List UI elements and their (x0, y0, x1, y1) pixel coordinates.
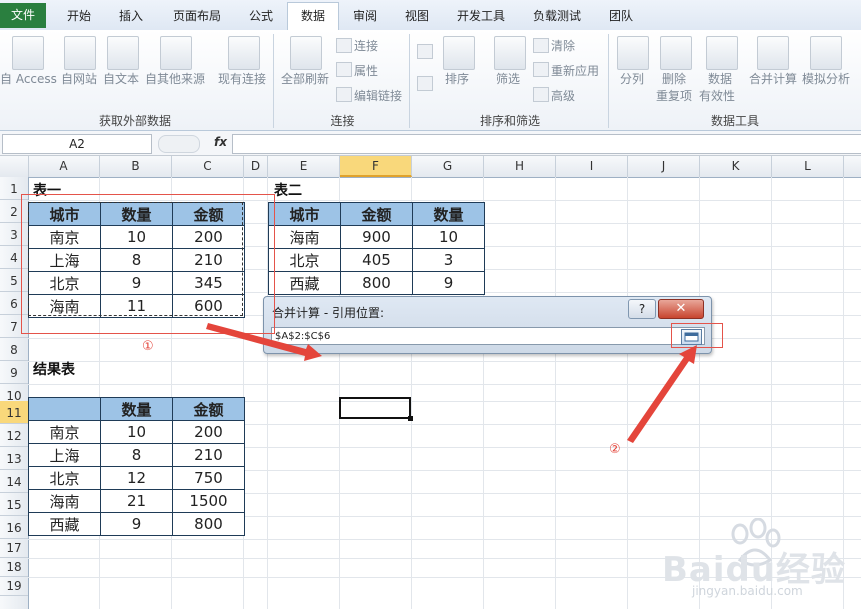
baidu-jingyan-watermark: Baidu经验 jingyan.baidu.com (662, 518, 852, 603)
arrow-to-collapse-button (627, 345, 697, 443)
watermark-url: jingyan.baidu.com (692, 584, 803, 598)
arrow-to-dialog (206, 323, 322, 361)
